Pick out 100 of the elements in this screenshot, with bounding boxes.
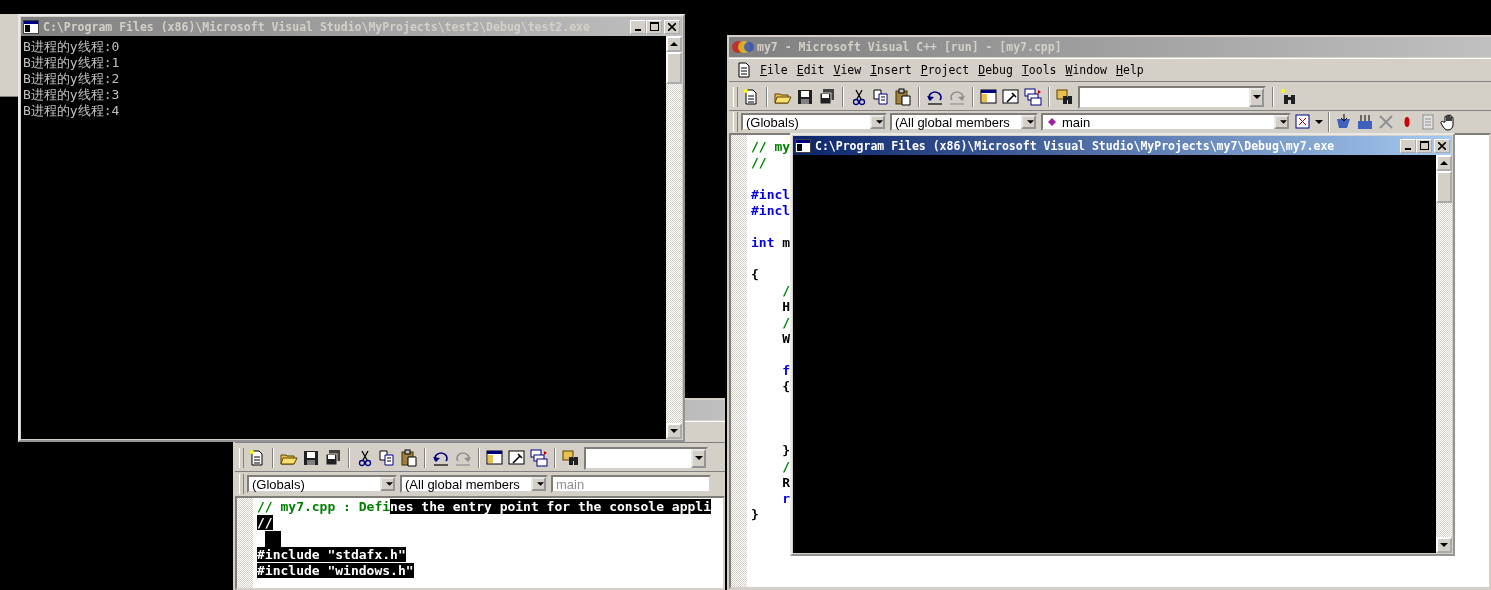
up-arrow-icon (670, 42, 678, 46)
scroll-thumb[interactable] (1436, 171, 1452, 203)
window-list-icon[interactable] (1024, 88, 1042, 106)
undo-icon[interactable] (926, 88, 944, 106)
console-line: B进程的y线程:3 (23, 87, 121, 103)
document-icon[interactable] (737, 62, 751, 78)
window-list-icon[interactable] (530, 449, 548, 467)
dropdown-button[interactable] (1274, 115, 1289, 129)
code-line: / (781, 459, 791, 475)
dropdown-button[interactable] (1249, 87, 1264, 107)
caret-icon (1280, 120, 1287, 124)
undo-icon[interactable] (432, 449, 450, 467)
dropdown-button[interactable] (870, 115, 885, 129)
scroll-down-button[interactable] (666, 423, 682, 439)
close-icon (668, 22, 676, 31)
cut-icon[interactable] (356, 449, 374, 467)
code-line: W (781, 331, 791, 347)
code-line: } (751, 507, 759, 523)
console-icon (795, 138, 811, 153)
minimize-button[interactable] (1400, 138, 1416, 153)
new-file-icon[interactable] (742, 88, 760, 106)
maximize-button[interactable] (1416, 138, 1432, 153)
find-field[interactable] (584, 446, 708, 470)
save-all-icon[interactable] (324, 449, 342, 467)
code-line: } (781, 443, 791, 459)
copy-icon[interactable] (872, 88, 890, 106)
menu-item[interactable]: View (833, 63, 862, 77)
menu-item[interactable]: Window (1065, 63, 1108, 77)
menu-item[interactable]: Edit (796, 63, 825, 77)
code-line: H (781, 299, 791, 315)
menu-item[interactable]: Debug (978, 63, 1013, 77)
paste-icon[interactable] (894, 88, 912, 106)
code-line: // my7.cpp : Defines the entry point for the console appli (257, 499, 711, 515)
code-line: / (781, 315, 791, 331)
menu-item[interactable]: Tools (1021, 63, 1057, 77)
menu-item[interactable]: Project (920, 63, 970, 77)
console-line: B进程的y线程:1 (23, 55, 121, 71)
maximize-icon (1419, 140, 1429, 150)
up-arrow-icon (1440, 161, 1448, 165)
code-line: #incl (751, 203, 791, 219)
dropdown-button[interactable] (380, 477, 395, 491)
minimize-button[interactable] (630, 19, 646, 34)
menu-item[interactable]: File (760, 63, 788, 77)
caret-icon (386, 482, 393, 486)
copy-icon[interactable] (378, 449, 396, 467)
save-icon[interactable] (302, 449, 320, 467)
output-icon[interactable] (1002, 88, 1020, 106)
code-line: f (781, 363, 791, 379)
scroll-up-button[interactable] (666, 36, 682, 52)
window-title: C:\Program Files (x86)\Microsoft Visual Studio\MyProjects\my7\Debug\my7.exe (815, 138, 1336, 153)
scroll-thumb[interactable] (666, 52, 682, 84)
code-line: #incl (751, 187, 791, 203)
console-line: B进程的y线程:0 (23, 39, 121, 55)
caret-icon (537, 482, 544, 486)
binoculars-icon[interactable] (1280, 88, 1298, 106)
maximize-button[interactable] (646, 19, 662, 34)
scroll-down-button[interactable] (1436, 537, 1452, 553)
workspace-icon[interactable] (486, 449, 504, 467)
members-dropdown[interactable]: (All global members (400, 475, 548, 493)
code-line: // my (751, 139, 791, 155)
close-button[interactable] (664, 19, 680, 34)
find-in-files-icon[interactable] (1056, 88, 1074, 106)
members-dropdown[interactable]: (All global members (890, 113, 1038, 131)
dropdown-button[interactable] (531, 477, 546, 491)
dropdown-button[interactable] (1021, 115, 1036, 129)
new-file-icon[interactable] (248, 449, 266, 467)
compile-icon[interactable] (1335, 113, 1353, 131)
code-line: { (781, 379, 791, 395)
output-icon[interactable] (508, 449, 526, 467)
caret-icon[interactable] (1315, 120, 1323, 124)
scroll-up-button[interactable] (1436, 155, 1452, 171)
code-line: / (781, 283, 791, 299)
save-icon[interactable] (796, 88, 814, 106)
save-all-icon[interactable] (818, 88, 836, 106)
dropdown-button[interactable] (691, 448, 706, 468)
menu-item[interactable]: Help (1116, 63, 1144, 77)
minimize-icon (1405, 147, 1411, 150)
app-logo-icon (731, 40, 755, 54)
class-dropdown[interactable]: (Globals) (741, 113, 887, 131)
workspace-icon[interactable] (980, 88, 998, 106)
code-line: { (751, 267, 759, 283)
caret-icon (876, 120, 883, 124)
code-line: // (751, 155, 767, 171)
find-in-files-icon[interactable] (562, 449, 580, 467)
diamond-icon (1047, 117, 1057, 127)
code-line: r (781, 491, 791, 507)
down-arrow-icon (1440, 543, 1448, 547)
menu-item[interactable]: Insert (870, 63, 912, 77)
close-button[interactable] (1434, 138, 1450, 153)
find-field[interactable] (1078, 85, 1266, 109)
caret-icon (1252, 95, 1261, 99)
build-icon[interactable] (1356, 113, 1374, 131)
code-line: int m (751, 235, 791, 251)
cut-icon[interactable] (850, 88, 868, 106)
code-line: R (781, 475, 791, 491)
paste-icon[interactable] (400, 449, 418, 467)
close-icon (1438, 141, 1446, 150)
window-title: my7 - Microsoft Visual C++ [run] - [my7.cpp] (757, 40, 1062, 54)
function-dropdown[interactable]: main (1041, 113, 1291, 131)
class-dropdown[interactable]: (Globals) (247, 475, 397, 493)
